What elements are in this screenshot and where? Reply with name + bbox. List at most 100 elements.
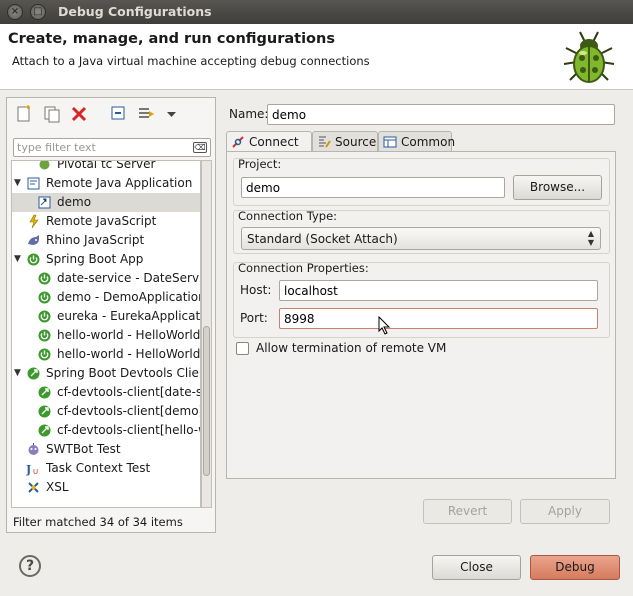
configuration-toolbar [7,98,215,130]
spring-boot-icon [38,291,51,304]
spring-boot-icon [38,348,51,361]
tab-common-label: Common [401,135,456,149]
allow-termination-checkbox[interactable] [236,342,249,355]
tree-item[interactable]: hello-world - HelloWorldApplication [12,345,201,364]
tree-item[interactable]: SWTBot Test [12,440,200,459]
tree-item-label: Spring Boot Devtools Client [46,366,201,380]
tree-item[interactable]: ▼ Remote Java Application [12,174,200,193]
common-icon [383,136,397,148]
tree-item[interactable]: cf-devtools-client[date-service] [12,383,200,402]
filter-icon[interactable] [137,105,155,123]
connection-properties-group: Connection Properties: Host: Port: [233,261,610,338]
tree-item-label: Remote JavaScript [46,214,157,228]
collapse-all-icon[interactable] [110,105,128,123]
maximize-window-icon[interactable]: □ [30,4,46,20]
tab-common[interactable]: Common [378,131,456,152]
tree-item[interactable]: ▼ Spring Boot Devtools Client [12,364,201,383]
configuration-list-panel: ⌫ Pivotal tc Server ▼ Remote Java Applicat… [6,97,216,533]
tree-item[interactable]: cf-devtools-client[hello-world] [12,421,200,440]
tree-item[interactable]: demo [12,193,200,212]
port-input[interactable] [279,308,598,329]
svg-text:J: J [26,463,31,476]
port-label: Port: [240,311,268,325]
tree-item-label: Rhino JavaScript [46,233,145,247]
tree-item-label: SWTBot Test [46,442,121,456]
host-label: Host: [240,283,272,297]
tree-item-label: hello-world - HelloWorldApplication [57,328,201,342]
remote-java-config-icon [38,196,51,209]
revert-button[interactable]: Revert [423,499,512,524]
pivotal-tc-server-icon [39,161,50,170]
tab-connect[interactable]: Connect [226,131,312,153]
new-configuration-icon[interactable] [15,105,33,123]
tab-source-label: Source [335,135,377,149]
debug-button[interactable]: Debug [530,555,620,580]
connection-properties-label: Connection Properties: [238,261,369,275]
tree-item-label: XSL [46,480,69,494]
tree-scrollbar[interactable] [201,160,212,508]
connect-icon [232,136,244,148]
clear-filter-icon[interactable]: ⌫ [193,142,207,153]
project-group: Project: Browse... [233,157,610,206]
devtools-client-icon [38,405,51,418]
remote-javascript-icon [29,214,39,229]
close-button[interactable]: Close [432,555,521,580]
delete-icon[interactable] [70,105,88,123]
tree-item[interactable]: Rhino JavaScript [12,231,200,250]
tree-item[interactable]: J U Task Context Test [12,459,200,478]
tree-item-label: hello-world - HelloWorldApplication [57,347,201,361]
host-input[interactable] [279,280,598,301]
tree-item[interactable]: XSL [12,478,200,497]
spring-boot-icon [38,310,51,323]
name-input[interactable] [267,104,615,125]
tab-source[interactable]: Source [312,131,378,152]
window-titlebar: × □ Debug Configurations [0,0,633,24]
mouse-cursor-icon [378,316,391,335]
tree-item[interactable]: hello-world - HelloWorldApplication [12,326,201,345]
dialog-title: Create, manage, and run configurations [8,31,335,47]
connection-type-group: Connection Type: Standard (Socket Attach… [233,209,610,254]
tree-item[interactable]: date-service - DateServiceApplication [12,269,200,288]
duplicate-icon[interactable] [43,105,61,123]
tree-item[interactable]: Remote JavaScript [12,212,200,231]
expand-arrow-icon[interactable]: ▼ [14,368,24,378]
tree-item-label: date-service - DateServiceApplication [57,271,200,285]
view-menu-icon[interactable] [163,105,181,123]
tab-connect-label: Connect [249,135,299,149]
tree-item-label: Task Context Test [46,461,151,475]
tree-item[interactable]: cf-devtools-client[demo] [12,402,200,421]
name-label: Name: [229,107,269,121]
spring-boot-icon [27,253,40,266]
browse-button[interactable]: Browse... [513,175,602,200]
tree-item[interactable]: eureka - EurekaApplication [12,307,200,326]
filter-input[interactable] [17,139,187,156]
tree-item[interactable]: Pivotal tc Server [12,161,200,174]
tree-item[interactable]: ▼ Spring Boot App [12,250,200,269]
expand-arrow-icon[interactable]: ▼ [14,178,24,188]
tree-item-label: demo [57,195,92,209]
connection-type-label: Connection Type: [238,209,338,223]
dialog-header: Create, manage, and run configurations A… [0,24,633,90]
filter-field[interactable]: ⌫ [13,138,211,157]
dialog-subtitle: Attach to a Java virtual machine accepti… [12,54,370,68]
spinner-arrows-icon: ▲ ▼ [587,229,594,247]
connection-type-select[interactable]: Standard (Socket Attach) ▲ ▼ [241,227,601,250]
xsl-icon [28,482,39,493]
apply-button[interactable]: Apply [520,499,610,524]
junit-icon: JU [26,463,38,476]
allow-termination-label: Allow termination of remote VM [256,341,447,355]
help-icon[interactable]: ? [19,555,41,577]
project-input[interactable] [241,177,505,198]
expand-arrow-icon[interactable]: ▼ [14,254,24,264]
project-group-label: Project: [238,157,282,171]
rhino-javascript-icon [28,235,39,245]
source-icon [319,136,331,148]
scrollbar-thumb[interactable] [203,326,210,476]
tree-item-label: cf-devtools-client[hello-world] [57,423,200,437]
devtools-client-icon [38,386,51,399]
tree-item[interactable]: demo - DemoApplication [12,288,200,307]
close-window-icon[interactable]: × [7,4,23,20]
tree-item-label: Remote Java Application [46,176,193,190]
connect-tab-pane: Project: Browse... Connection Type: Stan… [226,151,616,479]
spring-boot-icon [38,272,51,285]
